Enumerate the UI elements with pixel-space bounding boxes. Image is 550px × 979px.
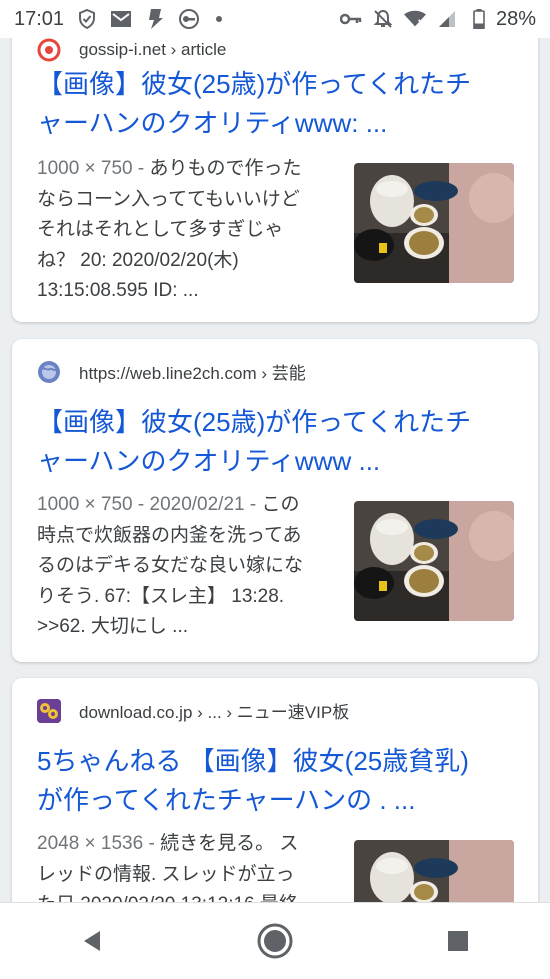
vpn-key-icon [178, 8, 200, 30]
snippet-text: 時点で炊飯器の内釜を洗ってあ [37, 524, 302, 546]
snippet-text: 続きを見る。 ス [160, 833, 299, 854]
title-line: 【画像】彼女(25歳)が作ってくれたチ [37, 69, 472, 99]
notification-dot-icon [216, 16, 223, 22]
result-thumbnail[interactable] [354, 163, 514, 283]
result-source[interactable]: gossip-i.net › article [37, 38, 226, 62]
result-snippet: 2048 × 1536 - 続きを見る。 ス レッドの情報. スレッドが立っ た… [37, 829, 342, 902]
snippet-text: た日 2020/02/20 13:12:16 最終 [37, 890, 342, 902]
result-title-link[interactable]: 【画像】彼女(25歳)が作ってくれたチ ャーハンのクオリティwww ... [37, 403, 517, 481]
key-icon [339, 8, 362, 30]
source-url: https://web.line2ch.com › 芸能 [79, 364, 306, 383]
snippet-text: ならコーン入っててもいいけど [37, 188, 300, 210]
snippet-text: ね？ 20: 2020/02/20(木) [37, 249, 239, 271]
title-line: 【画像】彼女(25歳)が作ってくれたチ [37, 407, 472, 437]
snippet-text: それはそれとして多すぎじゃ [37, 219, 284, 240]
search-results: gossip-i.net › article 【画像】彼女(25歳)が作ってくれ… [0, 38, 550, 902]
back-icon[interactable] [62, 911, 122, 971]
wifi-icon [403, 8, 426, 30]
result-snippet: 1000 × 750 - 2020/02/21 - この 時点で炊飯器の内釜を洗… [37, 490, 342, 643]
image-meta: 1000 × 750 - [37, 158, 150, 179]
result-card[interactable]: https://web.line2ch.com › 芸能 【画像】彼女(25歳)… [12, 339, 538, 662]
download-favicon-icon [37, 698, 61, 723]
battery-percent: 28% [495, 7, 536, 30]
title-line: が作ってくれたチャーハンの . ... [37, 785, 416, 815]
snippet-text: >>62. 大切にし ... [37, 616, 188, 637]
title-line: ャーハンのクオリティwww: ... [37, 108, 388, 138]
home-icon[interactable] [245, 911, 305, 971]
result-thumbnail[interactable] [354, 840, 514, 902]
gossip-favicon-icon [37, 38, 61, 62]
snippet-text: りそう. 67:【スレ主】 13:28. [37, 585, 285, 607]
battery-icon [468, 8, 490, 30]
status-time: 17:01 [14, 7, 65, 30]
nav-app-icon [144, 8, 166, 30]
source-url: gossip-i.net › article [79, 40, 227, 59]
recents-icon[interactable] [428, 911, 488, 971]
image-meta: 2048 × 1536 - [37, 833, 161, 854]
globe-icon [37, 360, 61, 384]
result-title-link[interactable]: 5ちゃんねる 【画像】彼女(25歳貧乳) が作ってくれたチャーハンの . ... [37, 742, 517, 820]
image-meta: 1000 × 750 - 2020/02/21 - [37, 494, 262, 515]
snippet-text: レッドの情報. スレッドが立っ [37, 863, 295, 885]
result-snippet: 1000 × 750 - ありもので作った ならコーン入っててもいいけど それは… [37, 154, 342, 307]
snippet-text: ありもので作った [149, 158, 302, 179]
result-thumbnail[interactable] [354, 501, 514, 621]
signal-icon [436, 8, 458, 30]
source-url: download.co.jp › ... › ニュー速VIP板 [79, 703, 350, 722]
mail-icon [110, 8, 132, 30]
status-bar: 17:01 28% [0, 0, 550, 38]
system-nav-bar [0, 902, 550, 979]
title-line: 5ちゃんねる 【画像】彼女(25歳貧乳) [37, 746, 469, 776]
title-line: ャーハンのクオリティwww ... [37, 446, 381, 476]
bell-off-icon [372, 8, 394, 30]
result-title-link[interactable]: 【画像】彼女(25歳)が作ってくれたチ ャーハンのクオリティwww: ... [37, 65, 517, 143]
snippet-text: 13:15:08.595 ID: ... [37, 280, 199, 301]
shield-check-icon [76, 8, 98, 30]
snippet-text: るのはデキる女だな良い嫁にな [37, 555, 304, 576]
result-source[interactable]: download.co.jp › ... › ニュー速VIP板 [37, 698, 349, 723]
snippet-text: この [261, 494, 300, 515]
result-card[interactable]: download.co.jp › ... › ニュー速VIP板 5ちゃんねる 【… [12, 678, 538, 902]
result-card[interactable]: gossip-i.net › article 【画像】彼女(25歳)が作ってくれ… [12, 38, 538, 322]
result-source[interactable]: https://web.line2ch.com › 芸能 [37, 359, 306, 384]
